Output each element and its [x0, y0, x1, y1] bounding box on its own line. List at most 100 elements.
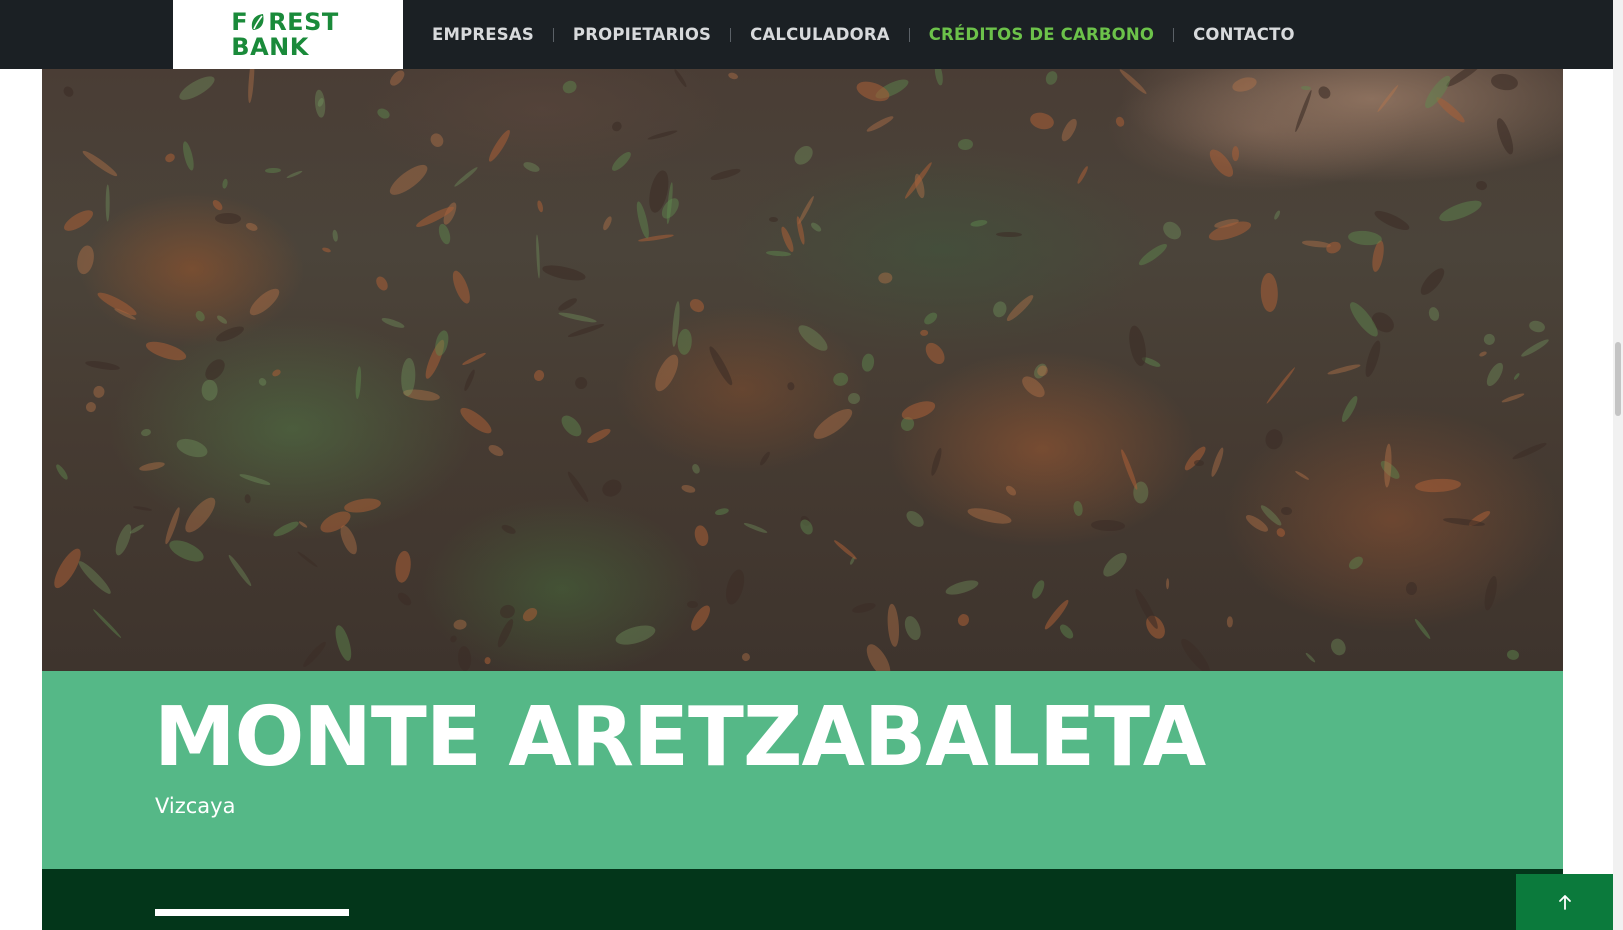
photo-texture — [1058, 117, 1081, 144]
photo-texture — [270, 368, 282, 378]
photo-texture — [457, 645, 473, 671]
photo-texture — [1159, 218, 1185, 244]
photo-texture — [1405, 581, 1418, 596]
nav-item-calculadora[interactable]: CALCULADORA — [750, 25, 890, 44]
photo-texture — [676, 329, 693, 356]
photo-texture — [1505, 649, 1520, 662]
photo-texture — [709, 166, 741, 182]
project-title-band: MONTE ARETZABALETA Vizcaya — [42, 671, 1563, 869]
page-scrollbar[interactable] — [1613, 0, 1623, 930]
photo-texture — [486, 442, 505, 458]
photo-texture — [687, 600, 699, 609]
photo-texture — [1117, 69, 1148, 96]
photo-texture — [1072, 500, 1084, 517]
photo-texture — [395, 589, 414, 608]
photo-texture — [1362, 339, 1383, 379]
photo-texture — [921, 310, 940, 328]
scrollbar-thumb[interactable] — [1615, 342, 1621, 416]
photo-texture — [809, 220, 823, 234]
photo-texture — [572, 374, 590, 392]
forest-bank-logo: F REST BANK — [231, 9, 338, 61]
photo-texture — [495, 617, 517, 649]
photo-texture — [851, 600, 877, 615]
back-to-top-button[interactable] — [1516, 874, 1613, 930]
photo-texture — [536, 199, 545, 213]
photo-texture — [901, 613, 924, 643]
photo-texture — [343, 495, 383, 514]
photo-texture — [140, 427, 153, 438]
photo-texture — [610, 120, 624, 134]
photo-texture — [1528, 319, 1547, 335]
photo-texture — [865, 114, 895, 134]
photo-texture — [1265, 367, 1297, 406]
photo-texture — [1280, 507, 1293, 517]
photo-texture — [385, 160, 431, 200]
photo-texture — [585, 426, 613, 446]
photo-texture — [561, 78, 579, 95]
logo-text-bank: BANK — [231, 32, 309, 61]
main-nav: EMPRESAS PROPIETARIOS CALCULADORA CRÉDIT… — [432, 0, 1295, 69]
photo-texture — [105, 183, 110, 222]
photo-texture — [1182, 444, 1209, 473]
photo-texture — [1226, 615, 1233, 628]
photo-texture — [331, 624, 354, 663]
photo-texture — [798, 517, 816, 537]
photo-texture — [373, 274, 391, 293]
photo-texture — [498, 602, 518, 620]
photo-texture — [354, 366, 363, 400]
project-details-section — [42, 869, 1563, 930]
photo-texture — [461, 351, 487, 367]
photo-texture — [244, 494, 252, 505]
photo-texture — [1323, 239, 1343, 256]
photo-texture — [1501, 392, 1525, 405]
photo-texture — [877, 272, 893, 285]
nav-item-creditos-de-carbono[interactable]: CRÉDITOS DE CARBONO — [929, 25, 1154, 44]
photo-texture — [448, 634, 458, 644]
photo-texture — [75, 558, 114, 598]
photo-texture — [1165, 577, 1170, 589]
photo-texture — [1413, 617, 1432, 640]
photo-texture — [727, 71, 739, 81]
photo-texture — [1511, 441, 1548, 462]
photo-texture — [1482, 574, 1500, 611]
photo-texture — [1339, 394, 1361, 424]
photo-texture — [1018, 372, 1049, 401]
photo-texture — [1231, 145, 1240, 161]
photo-texture — [929, 447, 944, 477]
photo-texture — [1347, 229, 1383, 247]
photo-texture — [758, 450, 772, 467]
photo-texture — [1230, 75, 1259, 95]
nav-item-contacto[interactable]: CONTACTO — [1193, 25, 1295, 44]
hero-landscape-image — [42, 69, 1563, 671]
photo-texture — [1427, 306, 1441, 322]
photo-texture — [92, 384, 107, 399]
logo-link[interactable]: F REST BANK — [173, 0, 403, 69]
photo-texture — [452, 166, 479, 189]
nav-item-empresas[interactable]: EMPRESAS — [432, 25, 534, 44]
photo-texture — [428, 130, 447, 149]
photo-texture — [1416, 265, 1449, 299]
nav-item-propietarios[interactable]: PROPIETARIOS — [573, 25, 711, 44]
photo-texture — [790, 142, 816, 168]
photo-texture — [1482, 332, 1498, 348]
photo-texture — [53, 463, 69, 482]
photo-texture — [766, 250, 791, 258]
photo-texture — [238, 472, 271, 487]
photo-texture — [194, 309, 207, 323]
photo-texture — [1293, 89, 1314, 134]
photo-texture — [462, 368, 476, 392]
photo-texture — [138, 460, 165, 473]
photo-texture — [387, 69, 407, 89]
photo-texture — [129, 523, 146, 536]
photo-texture — [1260, 272, 1279, 313]
photo-texture — [833, 538, 858, 561]
photo-texture — [272, 519, 301, 539]
photo-texture — [112, 521, 135, 557]
photo-texture — [245, 221, 259, 233]
photo-texture — [831, 371, 849, 388]
photo-texture — [500, 522, 517, 536]
photo-texture — [433, 329, 452, 358]
photo-texture — [211, 198, 225, 212]
photo-texture — [74, 243, 96, 276]
photo-texture — [970, 219, 988, 229]
